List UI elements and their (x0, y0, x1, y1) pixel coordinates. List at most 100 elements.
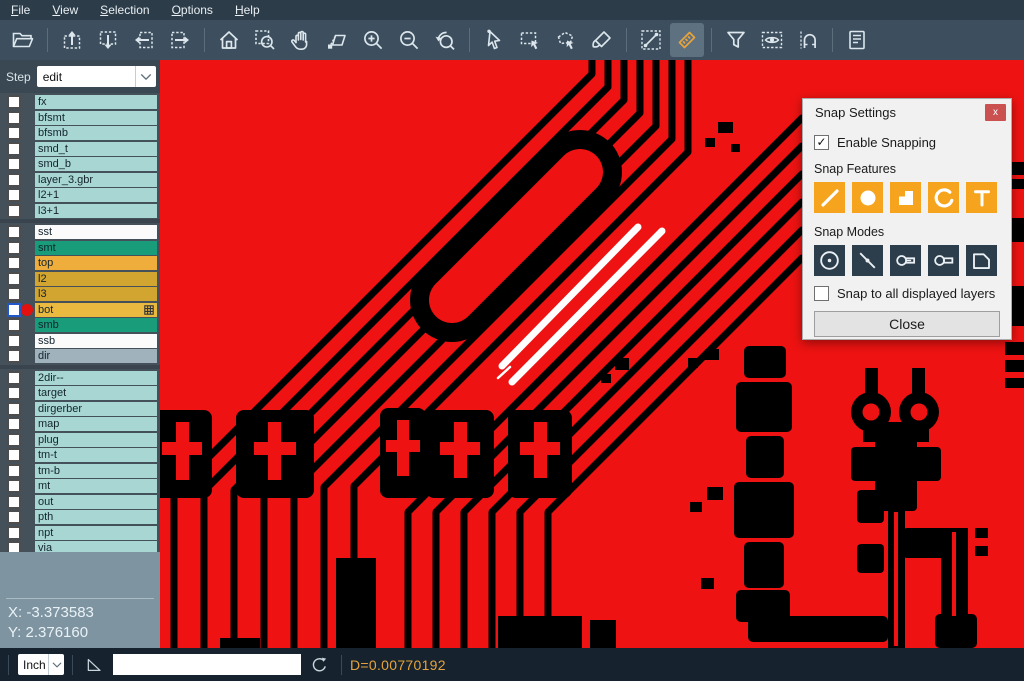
layer-item-sst[interactable]: sst (35, 225, 157, 239)
layer-item-smt[interactable]: smt (35, 241, 157, 255)
layer-item-l3+1[interactable]: l3+1 (35, 204, 157, 218)
layer-visibility-checkbox[interactable] (7, 287, 21, 301)
layer-visibility-checkbox[interactable] (7, 111, 21, 125)
snap-feature-text-button[interactable] (966, 182, 997, 213)
layer-visibility-checkbox[interactable] (7, 433, 21, 447)
layer-visibility-checkbox[interactable] (7, 349, 21, 363)
snap-settings-button[interactable] (791, 23, 825, 57)
snap-mode-center-button[interactable] (814, 245, 845, 276)
layer-item-npt[interactable]: npt (35, 526, 157, 540)
refresh-icon[interactable] (307, 653, 331, 677)
snap-mode-midpoint-button[interactable] (852, 245, 883, 276)
pan-up-button[interactable] (55, 23, 89, 57)
view-selection-button[interactable] (755, 23, 789, 57)
menu-file[interactable]: File (0, 1, 41, 20)
layer-item-layer_3.gbr[interactable]: layer_3.gbr (35, 173, 157, 187)
layer-visibility-checkbox[interactable] (7, 334, 21, 348)
open-file-button[interactable] (6, 23, 40, 57)
layer-item-2dir--[interactable]: 2dir-- (35, 371, 157, 385)
close-icon[interactable]: x (985, 104, 1006, 121)
zoom-window-button[interactable] (320, 23, 354, 57)
snap-feature-circle-button[interactable] (852, 182, 883, 213)
layer-item-dirgerber[interactable]: dirgerber (35, 402, 157, 416)
snap-feature-line-button[interactable] (814, 182, 845, 213)
snap-mode-slot-center-button[interactable] (890, 245, 921, 276)
layer-visibility-checkbox[interactable] (7, 256, 21, 270)
enable-snapping-checkbox[interactable]: ✓ (814, 135, 829, 150)
unit-dropdown[interactable]: Inch (18, 654, 64, 675)
layer-item-smd_b[interactable]: smd_b (35, 157, 157, 171)
layer-visibility-checkbox[interactable] (7, 386, 21, 400)
snap-mode-slot-outline-button[interactable] (928, 245, 959, 276)
layer-item-target[interactable]: target (35, 386, 157, 400)
select-rectangle-button[interactable] (513, 23, 547, 57)
layer-item-l3[interactable]: l3 (35, 287, 157, 301)
layer-visibility-checkbox[interactable] (7, 188, 21, 202)
layer-visibility-checkbox[interactable] (7, 95, 21, 109)
corner-snap-icon[interactable] (83, 653, 107, 677)
snap-all-layers-checkbox[interactable] (814, 286, 829, 301)
layer-visibility-checkbox[interactable] (7, 303, 21, 317)
layer-item-ssb[interactable]: ssb (35, 334, 157, 348)
menu-selection[interactable]: Selection (89, 1, 160, 20)
layer-item-fx[interactable]: fx (35, 95, 157, 109)
layer-visibility-checkbox[interactable] (7, 318, 21, 332)
layer-visibility-checkbox[interactable] (7, 417, 21, 431)
snap-feature-surface-button[interactable] (890, 182, 921, 213)
layer-visibility-checkbox[interactable] (7, 225, 21, 239)
menu-options[interactable]: Options (161, 1, 224, 20)
snap-feature-arc-button[interactable] (928, 182, 959, 213)
layer-item-l2[interactable]: l2 (35, 272, 157, 286)
step-dropdown[interactable]: edit (37, 66, 156, 87)
layer-item-l2+1[interactable]: l2+1 (35, 188, 157, 202)
select-polygon-button[interactable] (549, 23, 583, 57)
select-brush-button[interactable] (585, 23, 619, 57)
layer-item-bfsmb[interactable]: bfsmb (35, 126, 157, 140)
layer-item-bot[interactable]: bot (35, 303, 157, 317)
layer-item-tm-t[interactable]: tm-t (35, 448, 157, 462)
pan-down-button[interactable] (91, 23, 125, 57)
zoom-previous-button[interactable] (428, 23, 462, 57)
report-button[interactable] (840, 23, 874, 57)
layer-item-mt[interactable]: mt (35, 479, 157, 493)
layer-item-dir[interactable]: dir (35, 349, 157, 363)
filter-button[interactable] (719, 23, 753, 57)
layer-visibility-checkbox[interactable] (7, 371, 21, 385)
layer-visibility-checkbox[interactable] (7, 464, 21, 478)
layer-item-top[interactable]: top (35, 256, 157, 270)
layer-visibility-checkbox[interactable] (7, 495, 21, 509)
zoom-out-button[interactable] (392, 23, 426, 57)
menu-help[interactable]: Help (224, 1, 271, 20)
measure-distance-button[interactable] (634, 23, 668, 57)
close-button[interactable]: Close (814, 311, 1000, 337)
pan-hand-button[interactable] (284, 23, 318, 57)
layer-visibility-checkbox[interactable] (7, 402, 21, 416)
layer-visibility-checkbox[interactable] (7, 142, 21, 156)
layer-item-smd_t[interactable]: smd_t (35, 142, 157, 156)
layer-item-pth[interactable]: pth (35, 510, 157, 524)
layer-visibility-checkbox[interactable] (7, 173, 21, 187)
pan-right-button[interactable] (163, 23, 197, 57)
layer-item-plug[interactable]: plug (35, 433, 157, 447)
snap-mode-contour-button[interactable] (966, 245, 997, 276)
layer-visibility-checkbox[interactable] (7, 479, 21, 493)
zoom-region-button[interactable] (248, 23, 282, 57)
layer-item-out[interactable]: out (35, 495, 157, 509)
layer-visibility-checkbox[interactable] (7, 157, 21, 171)
layer-item-map[interactable]: map (35, 417, 157, 431)
layer-item-bfsmt[interactable]: bfsmt (35, 111, 157, 125)
layer-visibility-checkbox[interactable] (7, 448, 21, 462)
layer-visibility-checkbox[interactable] (7, 526, 21, 540)
layer-visibility-checkbox[interactable] (7, 510, 21, 524)
layer-item-smb[interactable]: smb (35, 318, 157, 332)
menu-view[interactable]: View (41, 1, 89, 20)
zoom-home-button[interactable] (212, 23, 246, 57)
layer-visibility-checkbox[interactable] (7, 272, 21, 286)
pan-left-button[interactable] (127, 23, 161, 57)
layer-item-tm-b[interactable]: tm-b (35, 464, 157, 478)
command-input[interactable] (113, 654, 301, 675)
select-pointer-button[interactable] (477, 23, 511, 57)
layer-visibility-checkbox[interactable] (7, 204, 21, 218)
layer-visibility-checkbox[interactable] (7, 126, 21, 140)
layer-visibility-checkbox[interactable] (7, 241, 21, 255)
